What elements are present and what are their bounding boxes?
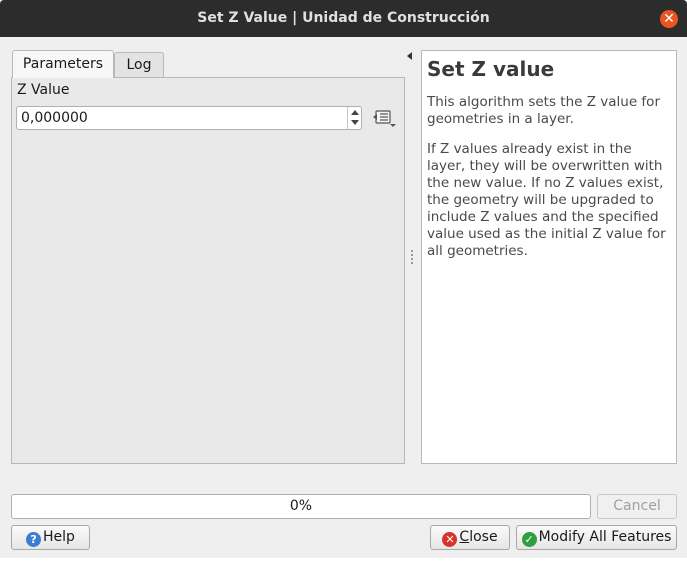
spin-arrows[interactable] (347, 107, 361, 129)
window-close-button[interactable]: ✕ (660, 10, 678, 28)
data-defined-override-button[interactable] (371, 108, 397, 128)
help-paragraph: This algorithm sets the Z value for geom… (427, 94, 660, 127)
help-title: Set Z value (427, 57, 555, 81)
spin-up-icon[interactable] (351, 110, 359, 115)
bottom-strip (0, 558, 687, 563)
tab-parameters[interactable]: Parameters (12, 50, 114, 78)
check-circle-icon: ✓ (521, 532, 537, 547)
collapse-help-arrow-icon[interactable] (407, 52, 412, 60)
help-button[interactable]: ? Help (11, 525, 90, 550)
splitter-handle[interactable] (411, 250, 413, 264)
close-icon: ✕ (663, 11, 675, 27)
z-value-input[interactable]: 0,000000 (21, 107, 88, 129)
help-panel: Set Z value This algorithm sets the Z va… (421, 50, 677, 464)
help-icon: ? (26, 532, 42, 547)
cancel-button[interactable]: Cancel (597, 494, 677, 519)
tab-log[interactable]: Log (114, 52, 164, 77)
z-value-spinbox[interactable]: 0,000000 (16, 106, 362, 130)
window-title: Set Z Value | Unidad de Construcción (197, 10, 490, 26)
data-defined-override-icon (373, 110, 396, 127)
close-mnemonic: C (459, 529, 470, 545)
title-bar: Set Z Value | Unidad de Construcción ✕ (0, 0, 687, 37)
close-button-label: lose (469, 529, 498, 545)
parameters-panel (11, 77, 405, 464)
spin-down-icon[interactable] (351, 120, 359, 125)
modify-all-features-button[interactable]: ✓ Modify All Features (516, 525, 677, 550)
close-circle-icon: ✕ (442, 532, 458, 547)
close-button[interactable]: ✕ Close (430, 525, 510, 550)
progress-bar: 0% (11, 494, 591, 519)
modify-button-label: Modify All Features (538, 529, 672, 545)
help-paragraph: If Z values already exist in the layer, … (427, 141, 666, 259)
z-value-label: Z Value (17, 82, 70, 98)
help-button-label: Help (43, 529, 75, 545)
progress-text: 0% (289, 498, 313, 514)
dialog-window: Set Z Value | Unidad de Construcción ✕ P… (0, 0, 687, 563)
